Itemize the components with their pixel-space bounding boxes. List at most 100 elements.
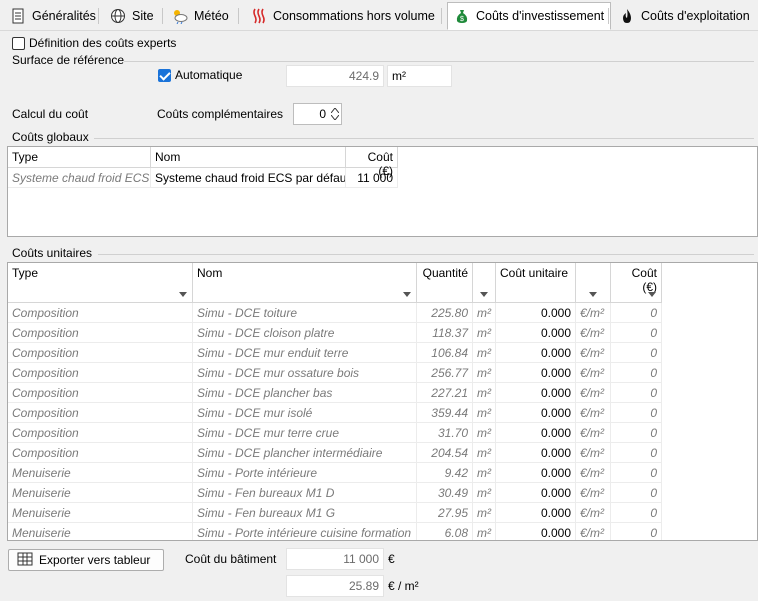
cell-type: Menuiserie — [8, 463, 193, 483]
tab-meteo[interactable]: Météo — [166, 3, 235, 29]
tab-site[interactable]: Site — [104, 3, 160, 29]
table-row[interactable]: Composition Simu - DCE plancher intermédi… — [8, 443, 662, 463]
cell-qty: 227.21 — [417, 383, 473, 403]
cell-unit-cost[interactable]: 0.000 — [496, 523, 576, 540]
filter-dropdown-icon[interactable] — [179, 292, 187, 297]
filter-dropdown-icon[interactable] — [589, 292, 597, 297]
table-row[interactable]: Composition Simu - DCE mur enduit terre 10… — [8, 343, 662, 363]
column-header-unit-cost[interactable]: Coût unitaire — [496, 263, 576, 303]
column-header-label: Type — [12, 266, 39, 280]
cell-qty: 27.95 — [417, 503, 473, 523]
table-row[interactable]: Composition Simu - DCE cloison platre 118.… — [8, 323, 662, 343]
cell-unit-cost[interactable]: 0.000 — [496, 363, 576, 383]
cell-unit-cost[interactable]: 0.000 — [496, 403, 576, 423]
cell-qty-unit: m² — [473, 523, 496, 540]
calc-cost-label: Calcul du coût — [12, 107, 89, 121]
column-header-quantity[interactable]: Quantité — [417, 263, 473, 303]
surface-value: 424.9 — [348, 69, 379, 83]
surface-unit-field[interactable]: m² — [387, 65, 452, 87]
cell-qty: 359.44 — [417, 403, 473, 423]
cell-cost-unit: €/m² — [576, 383, 611, 403]
cell-unit-cost[interactable]: 0.000 — [496, 503, 576, 523]
cell-type: Menuiserie — [8, 523, 193, 540]
cell-type: Composition — [8, 423, 193, 443]
cell-cost-unit: €/m² — [576, 343, 611, 363]
table-row[interactable]: Menuiserie Simu - Porte intérieure 9.42 m² 0… — [8, 463, 662, 483]
cell-unit-cost[interactable]: 0.000 — [496, 343, 576, 363]
filter-dropdown-icon[interactable] — [648, 292, 656, 297]
table-row[interactable]: Composition Simu - DCE plancher bas 227.21… — [8, 383, 662, 403]
table-row[interactable]: Menuiserie Simu - Fen bureaux M1 G 27.95 m²… — [8, 503, 662, 523]
column-header-quantity-unit[interactable] — [473, 263, 496, 303]
cell-cost: 0 — [611, 463, 662, 483]
tab-consommations[interactable]: Consommations hors volume — [245, 3, 441, 29]
column-header-label: Nom — [197, 266, 223, 280]
cell-qty-unit: m² — [473, 423, 496, 443]
cell-type: Menuiserie — [8, 503, 193, 523]
building-cost-unit: € — [388, 552, 395, 566]
cell-unit-cost[interactable]: 0.000 — [496, 463, 576, 483]
spinner-arrows-icon[interactable] — [329, 108, 341, 120]
filter-dropdown-icon[interactable] — [403, 292, 411, 297]
cell-name: Systeme chaud froid ECS par défaut — [151, 168, 346, 188]
cell-cost-unit: €/m² — [576, 523, 611, 540]
auto-surface-checkbox[interactable] — [158, 68, 171, 82]
cell-unit-cost[interactable]: 0.000 — [496, 443, 576, 463]
cell-name: Simu - Porte intérieure — [193, 463, 417, 483]
cell-unit-cost[interactable]: 0.000 — [496, 423, 576, 443]
table-row[interactable]: Menuiserie Simu - Fen bureaux M1 D 30.49 m²… — [8, 483, 662, 503]
cell-name: Simu - DCE mur enduit terre — [193, 343, 417, 363]
tab-couts-exploitation[interactable]: Coûts d'exploitation — [613, 3, 756, 29]
heat-icon — [251, 8, 267, 24]
cell-cost-unit: €/m² — [576, 363, 611, 383]
auto-surface-label: Automatique — [175, 68, 243, 82]
flame-icon — [619, 8, 635, 24]
cell-cost: 0 — [611, 303, 662, 323]
column-header-label: Coût (€) — [631, 266, 657, 294]
cell-type: Composition — [8, 443, 193, 463]
cell-unit-cost[interactable]: 0.000 — [496, 383, 576, 403]
tab-label: Coûts d'investissement — [476, 9, 605, 23]
tab-generalites[interactable]: Généralités — [4, 3, 102, 29]
cell-cost-unit: €/m² — [576, 503, 611, 523]
cell-type: Composition — [8, 363, 193, 383]
cell-cost-unit: €/m² — [576, 323, 611, 343]
column-header-cost[interactable]: Coût (€) — [346, 147, 398, 178]
table-row[interactable]: Systeme chaud froid ECS Systeme chaud fr… — [8, 168, 398, 188]
column-header-name[interactable]: Nom — [151, 147, 346, 168]
expert-costs-checkbox[interactable] — [12, 36, 25, 50]
expert-costs-label: Définition des coûts experts — [29, 36, 177, 50]
expert-costs-checkbox-row[interactable]: Définition des coûts experts — [12, 36, 176, 50]
cell-unit-cost[interactable]: 0.000 — [496, 323, 576, 343]
filter-dropdown-icon[interactable] — [480, 292, 488, 297]
export-spreadsheet-button[interactable]: Exporter vers tableur — [8, 549, 164, 571]
global-costs-table: Type Nom Coût (€) Systeme chaud froid EC… — [7, 146, 758, 237]
auto-surface-row[interactable]: Automatique — [158, 68, 242, 82]
cell-cost: 0 — [611, 383, 662, 403]
cell-name: Simu - DCE mur terre crue — [193, 423, 417, 443]
complementary-costs-value: 0 — [319, 107, 326, 121]
tab-couts-investissement[interactable]: $ Coûts d'investissement — [447, 2, 612, 30]
column-header-cost[interactable]: Coût (€) — [611, 263, 662, 303]
table-row[interactable]: Composition Simu - DCE mur isolé 359.44 m² 0… — [8, 403, 662, 423]
table-row[interactable]: Composition Simu - DCE mur terre crue 31.7… — [8, 423, 662, 443]
cell-name: Simu - DCE plancher intermédiaire — [193, 443, 417, 463]
column-header-type[interactable]: Type — [8, 263, 193, 303]
cell-name: Simu - Porte intérieure cuisine formatio… — [193, 523, 417, 540]
tab-label: Consommations hors volume — [273, 9, 435, 23]
column-header-cost-unit[interactable] — [576, 263, 611, 303]
cell-unit-cost[interactable]: 0.000 — [496, 303, 576, 323]
cell-qty-unit: m² — [473, 363, 496, 383]
column-header-type[interactable]: Type — [8, 147, 151, 168]
table-row[interactable]: Composition Simu - DCE mur ossature bois 2… — [8, 363, 662, 383]
complementary-costs-spinner[interactable]: 0 — [293, 103, 342, 125]
cell-qty: 256.77 — [417, 363, 473, 383]
column-header-name[interactable]: Nom — [193, 263, 417, 303]
cell-qty-unit: m² — [473, 483, 496, 503]
table-row[interactable]: Menuiserie Simu - Porte intérieure cuisin… — [8, 523, 662, 540]
table-row[interactable]: Composition Simu - DCE toiture 225.80 m² 0.0… — [8, 303, 662, 323]
cell-unit-cost[interactable]: 0.000 — [496, 483, 576, 503]
cell-type: Composition — [8, 303, 193, 323]
surface-value-field[interactable]: 424.9 — [286, 65, 384, 87]
tab-label: Coûts d'exploitation — [641, 9, 750, 23]
